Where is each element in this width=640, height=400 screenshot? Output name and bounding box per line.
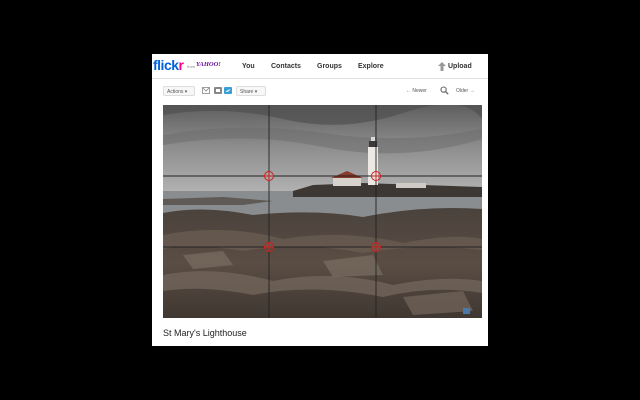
logo-from-text: from (187, 64, 195, 69)
upload-link[interactable]: Upload (448, 63, 472, 70)
yahoo-logo: YAHOO! (196, 61, 221, 68)
photo-toolbar: Actions ▾ Share ▾ ← Newer Older → (152, 79, 488, 103)
logo-r-text: r (178, 57, 184, 73)
logo-flick-text: flick (153, 57, 179, 73)
mail-icon[interactable] (202, 87, 210, 94)
lighthouse-photo (163, 105, 482, 318)
flickr-window: flickr from YAHOO! You Contacts Groups E… (152, 54, 488, 346)
actions-button[interactable]: Actions ▾ (163, 86, 195, 96)
upload-arrow-icon[interactable] (438, 62, 446, 71)
photo-title: St Mary's Lighthouse (163, 328, 247, 338)
nav-groups[interactable]: Groups (317, 63, 342, 70)
top-navigation: flickr from YAHOO! You Contacts Groups E… (152, 54, 488, 79)
nav-you[interactable]: You (242, 63, 255, 70)
blogger-icon[interactable] (214, 87, 222, 94)
magnifier-icon[interactable] (440, 86, 449, 95)
photo-corner-icon[interactable] (463, 308, 470, 314)
older-link[interactable]: Older → (456, 88, 475, 94)
twitter-icon[interactable] (224, 87, 232, 94)
keeper-cottage (333, 178, 361, 186)
flickr-logo[interactable]: flickr (153, 57, 184, 73)
photo-viewer[interactable] (163, 105, 482, 318)
newer-link[interactable]: ← Newer (406, 88, 427, 94)
nav-explore[interactable]: Explore (358, 63, 384, 70)
nav-contacts[interactable]: Contacts (271, 63, 301, 70)
share-button[interactable]: Share ▾ (236, 86, 266, 96)
